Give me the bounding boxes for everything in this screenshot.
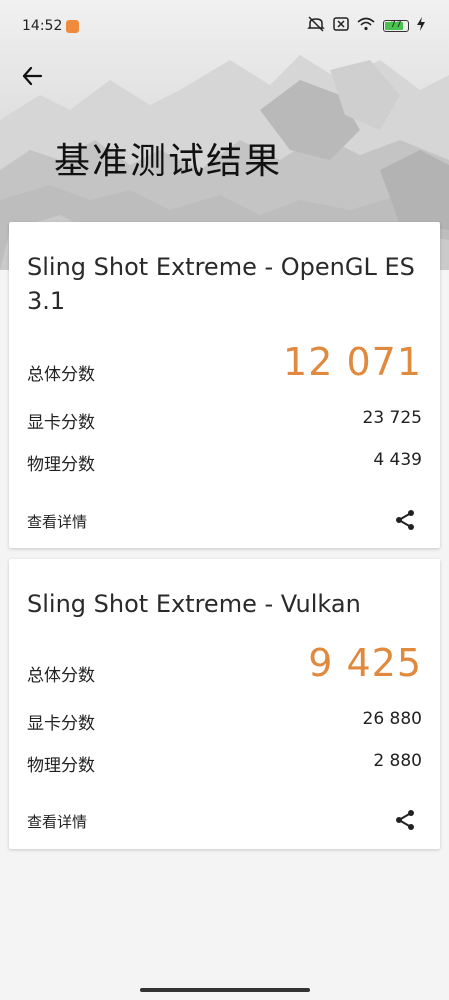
result-card-vulkan: Sling Shot Extreme - Vulkan 总体分数 9 425 显… [9, 559, 440, 849]
back-button[interactable] [18, 62, 46, 90]
battery-indicator: 77 [383, 20, 409, 32]
home-indicator[interactable] [140, 988, 310, 992]
status-time: 14:52 [22, 18, 63, 34]
total-score-label: 总体分数 [27, 666, 95, 686]
charging-icon [417, 17, 425, 35]
result-card-opengl: Sling Shot Extreme - OpenGL ES 3.1 总体分数 … [9, 222, 440, 548]
share-icon [396, 510, 414, 530]
arrow-left-icon [22, 66, 43, 86]
graphics-score-label: 显卡分数 [27, 413, 95, 433]
notification-app-icon [66, 19, 80, 33]
physics-score-label: 物理分数 [27, 455, 95, 475]
total-score-label: 总体分数 [27, 365, 95, 385]
physics-score-value: 4 439 [373, 450, 422, 470]
share-button[interactable] [392, 807, 418, 833]
card-title: Sling Shot Extreme - Vulkan [27, 590, 361, 618]
page-title: 基准测试结果 [54, 141, 283, 182]
card-title: Sling Shot Extreme - OpenGL ES 3.1 [27, 253, 415, 315]
total-score-value: 12 071 [283, 340, 422, 384]
wifi-icon [357, 17, 375, 35]
status-bar: 14:52 77 [0, 0, 449, 52]
no-sim-icon [333, 17, 349, 35]
total-score-value: 9 425 [308, 641, 422, 685]
graphics-score-value: 26 880 [362, 709, 422, 729]
physics-score-value: 2 880 [373, 751, 422, 771]
battery-level: 77 [390, 20, 402, 30]
share-button[interactable] [392, 507, 418, 533]
mute-icon [307, 16, 325, 36]
view-details-link[interactable]: 查看详情 [27, 511, 87, 532]
share-icon [396, 810, 414, 830]
view-details-link[interactable]: 查看详情 [27, 811, 87, 832]
physics-score-label: 物理分数 [27, 756, 95, 776]
graphics-score-label: 显卡分数 [27, 714, 95, 734]
graphics-score-value: 23 725 [362, 408, 422, 428]
